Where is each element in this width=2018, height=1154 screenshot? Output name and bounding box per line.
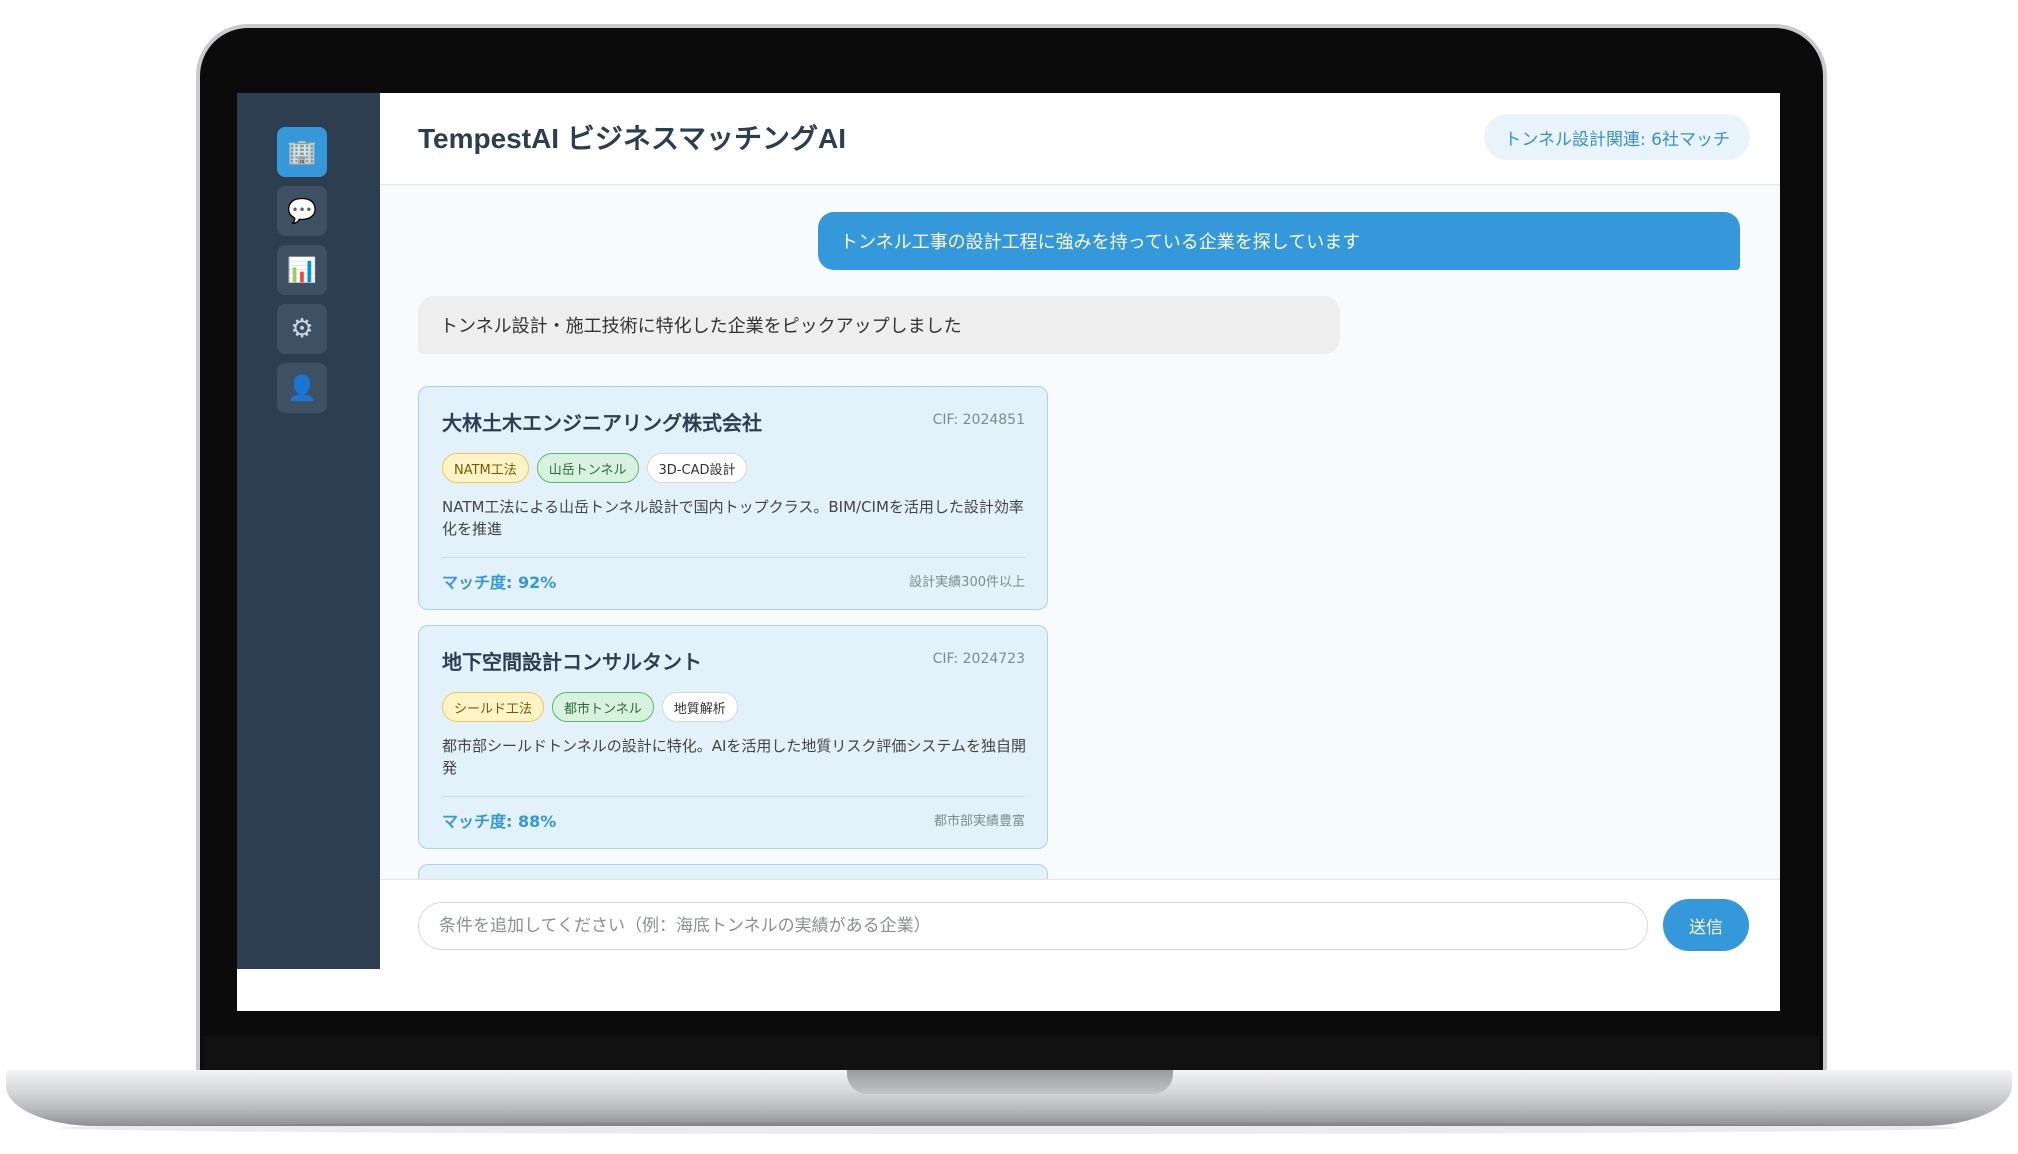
bar-chart-icon: 📊 <box>287 256 317 284</box>
company-card-partial[interactable] <box>418 864 1048 879</box>
sidebar-item-companies[interactable]: 🏢 <box>277 127 327 177</box>
input-bar: 送信 <box>380 879 1780 969</box>
send-button[interactable]: 送信 <box>1663 899 1749 951</box>
sidebar-item-profile[interactable]: 👤 <box>277 363 327 413</box>
card-divider <box>442 557 1025 558</box>
sidebar: 🏢 💬 📊 ⚙ 👤 <box>237 93 380 969</box>
company-cif: CIF: 2024723 <box>932 651 1025 667</box>
laptop-hinge <box>204 1036 1819 1072</box>
chat-bubble-icon: 💬 <box>287 197 317 225</box>
company-description: 都市部シールドトンネルの設計に特化。AIを活用した地質リスク評価システムを独自開… <box>442 737 1026 777</box>
tag: 都市トンネル <box>552 692 654 722</box>
company-name: 地下空間設計コンサルタント <box>442 650 702 674</box>
main-panel: TempestAI ビジネスマッチングAI トンネル設計関連: 6社マッチ トン… <box>380 93 1780 969</box>
user-message: トンネル工事の設計工程に強みを持っている企業を探しています <box>818 212 1740 270</box>
chat-input[interactable] <box>418 902 1648 950</box>
tag-list: NATM工法 山岳トンネル 3D-CAD設計 <box>442 453 748 483</box>
tag: シールド工法 <box>442 692 545 722</box>
chat-thread[interactable]: トンネル工事の設計工程に強みを持っている企業を探しています トンネル設計・施工技… <box>380 185 1780 879</box>
tag: 地質解析 <box>661 692 738 722</box>
match-score: マッチ度: 92% <box>442 573 557 592</box>
user-icon: 👤 <box>287 374 317 402</box>
tag: 山岳トンネル <box>536 453 639 483</box>
tag-list: シールド工法 都市トンネル 地質解析 <box>442 692 738 722</box>
company-note: 設計実績300件以上 <box>909 575 1025 590</box>
page-title: TempestAI ビジネスマッチングAI <box>418 123 847 154</box>
sidebar-item-chat[interactable]: 💬 <box>277 186 327 236</box>
app-window: 🏢 💬 📊 ⚙ 👤 TempestAI ビジネスマッチングAI トンネル設計関連… <box>237 93 1780 1011</box>
card-divider <box>442 796 1025 797</box>
laptop-shadow <box>60 1122 1958 1134</box>
company-cif: CIF: 2024851 <box>932 412 1025 428</box>
laptop-base-notch <box>847 1070 1173 1094</box>
company-card[interactable]: 地下空間設計コンサルタント CIF: 2024723 シールド工法 都市トンネル… <box>418 625 1048 849</box>
ai-message: トンネル設計・施工技術に特化した企業をピックアップしました <box>418 296 1340 354</box>
tag: NATM工法 <box>442 453 529 483</box>
sidebar-item-settings[interactable]: ⚙ <box>277 304 327 354</box>
gear-icon: ⚙ <box>290 314 314 344</box>
tag: 3D-CAD設計 <box>646 453 748 483</box>
match-score: マッチ度: 88% <box>442 812 557 831</box>
company-card[interactable]: 大林土木エンジニアリング株式会社 CIF: 2024851 NATM工法 山岳ト… <box>418 386 1048 610</box>
building-icon: 🏢 <box>287 138 317 166</box>
company-note: 都市部実績豊富 <box>933 814 1025 829</box>
company-description: NATM工法による山岳トンネル設計で国内トップクラス。BIM/CIMを活用した設… <box>442 498 1024 538</box>
company-name: 大林土木エンジニアリング株式会社 <box>442 411 762 435</box>
match-count-badge[interactable]: トンネル設計関連: 6社マッチ <box>1484 114 1750 160</box>
header: TempestAI ビジネスマッチングAI トンネル設計関連: 6社マッチ <box>380 93 1780 185</box>
sidebar-item-analytics[interactable]: 📊 <box>277 245 327 295</box>
